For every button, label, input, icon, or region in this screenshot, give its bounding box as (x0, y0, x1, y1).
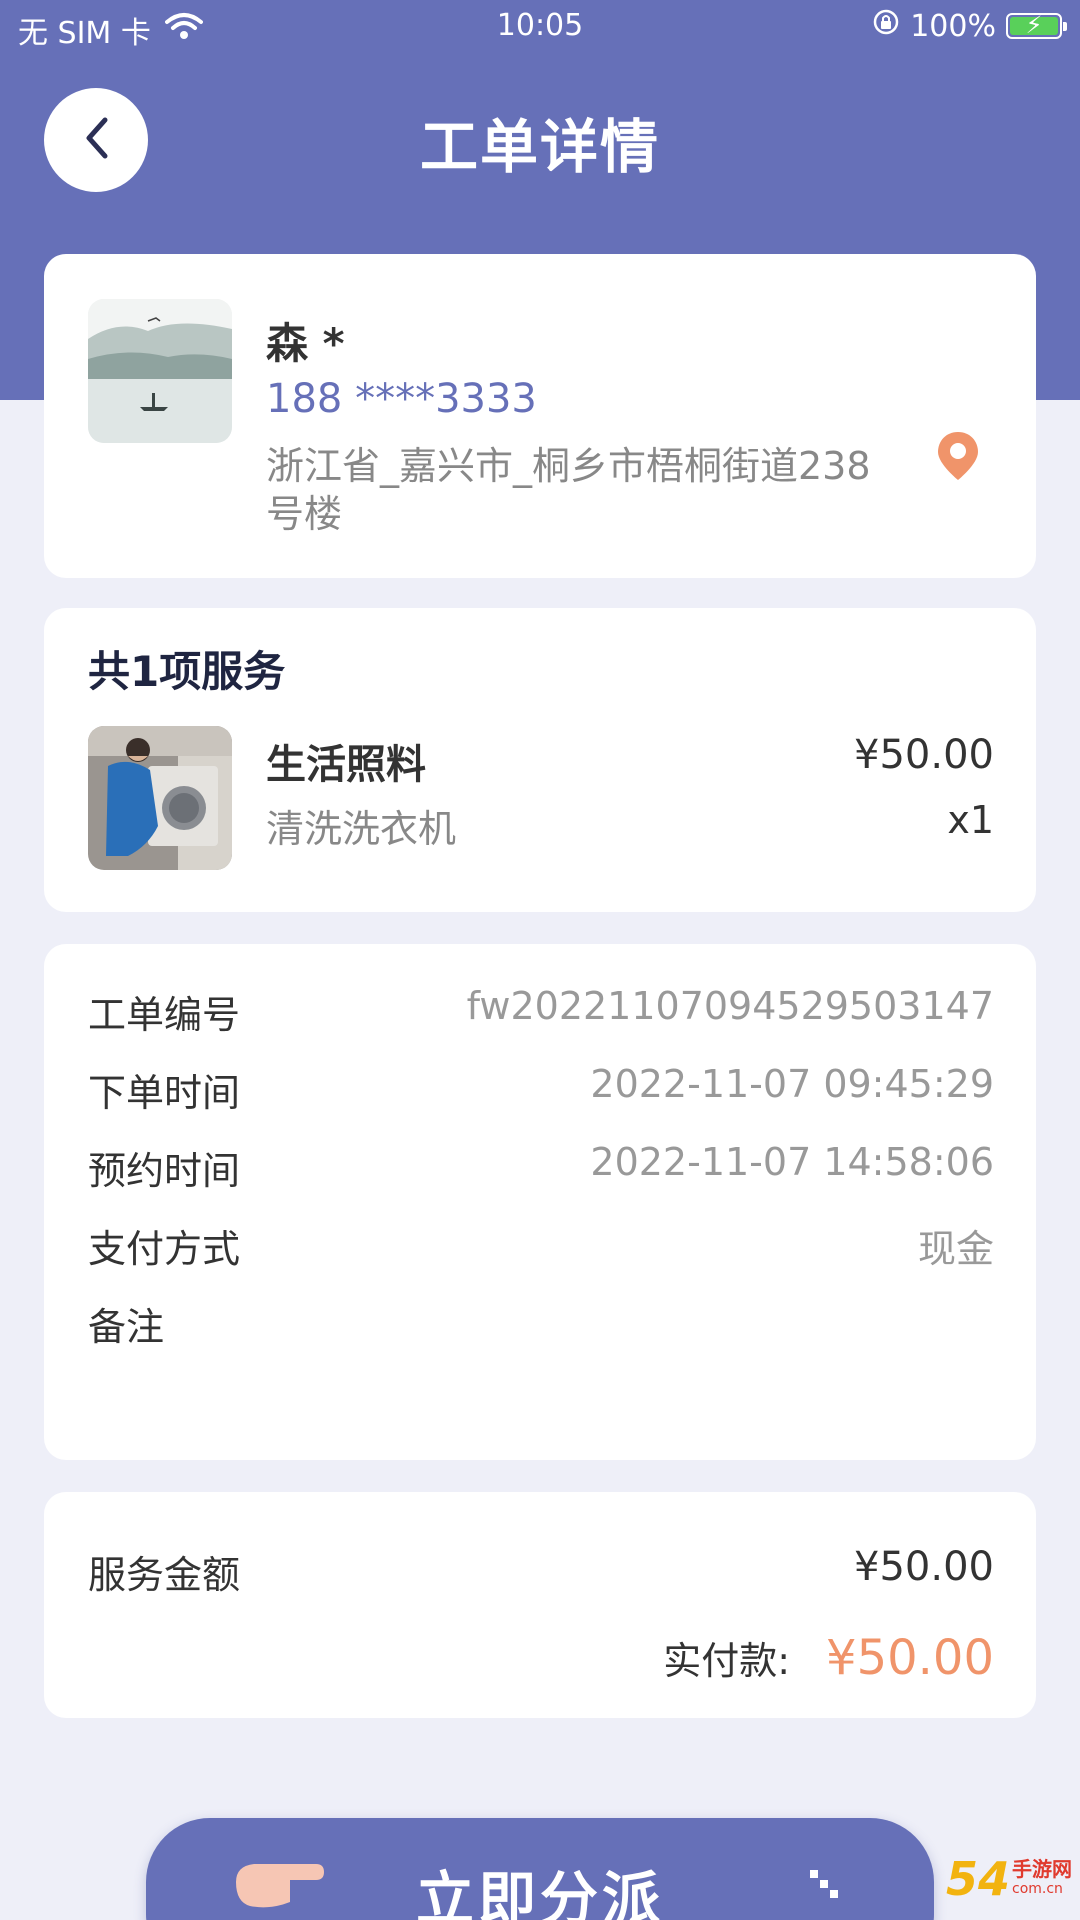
info-label: 预约时间 (88, 1149, 241, 1193)
customer-phone[interactable]: 188 ****3333 (266, 376, 537, 422)
info-label: 下单时间 (88, 1071, 241, 1115)
paid-value: ¥50.00 (826, 1630, 994, 1686)
service-item-price: ¥50.00 (854, 732, 994, 778)
battery-icon: ⚡ (1006, 11, 1067, 39)
service-amount-label: 服务金额 (88, 1553, 241, 1597)
remark-row: 备注 (88, 1296, 994, 1356)
amount-card: 服务金额 ¥50.00 实付款: ¥50.00 (44, 1492, 1036, 1718)
watermark-text: 手游网 (1012, 1857, 1072, 1881)
service-item-quantity: x1 (947, 798, 994, 842)
arrow-icon (806, 1866, 846, 1910)
watermark-domain: com.cn (1012, 1881, 1063, 1897)
paid-label: 实付款: (663, 1639, 791, 1683)
status-bar: 无 SIM 卡 10:05 100% ⚡ (0, 0, 1080, 56)
page-title: 工单详情 (419, 113, 660, 181)
location-pin-icon[interactable] (936, 430, 980, 486)
order-time-value: 2022-11-07 09:45:29 (590, 1062, 994, 1106)
order-number-row: 工单编号 fw20221107094529503147 (88, 984, 994, 1044)
site-watermark: 54 手游网 com.cn (946, 1852, 1072, 1906)
appointment-time-row: 预约时间 2022-11-07 14:58:06 (88, 1140, 994, 1200)
order-time-row: 下单时间 2022-11-07 09:45:29 (88, 1062, 994, 1122)
paid-row: 实付款: ¥50.00 (663, 1630, 994, 1686)
customer-avatar (88, 299, 232, 443)
customer-card: 森 * 188 ****3333 浙江省_嘉兴市_桐乡市梧桐街道238号楼 (44, 254, 1036, 578)
info-label: 工单编号 (88, 993, 241, 1037)
service-thumbnail (88, 726, 232, 870)
order-info-card: 工单编号 fw20221107094529503147 下单时间 2022-11… (44, 944, 1036, 1460)
order-number-value: fw20221107094529503147 (466, 984, 994, 1028)
assign-now-button[interactable]: 立即分派 (146, 1818, 934, 1920)
service-item-description: 清洗洗衣机 (266, 807, 457, 851)
battery-percent: 100% (910, 8, 996, 44)
customer-address: 浙江省_嘉兴市_桐乡市梧桐街道238号楼 (266, 444, 871, 536)
customer-name: 森 * (266, 319, 345, 368)
info-label: 备注 (88, 1305, 165, 1349)
rotation-lock-icon (872, 8, 900, 44)
service-item-name: 生活照料 (266, 742, 426, 788)
service-card: 共1项服务 生活照料 清洗洗衣机 ¥50.00 x1 (44, 608, 1036, 912)
payment-method-row: 支付方式 现金 (88, 1218, 994, 1278)
watermark-number: 54 (945, 1852, 1010, 1906)
service-amount-value: ¥50.00 (854, 1544, 994, 1590)
service-count-title: 共1项服务 (88, 647, 286, 696)
payment-method-value: 现金 (917, 1227, 994, 1271)
info-label: 支付方式 (88, 1227, 241, 1271)
work-order-detail-page: 无 SIM 卡 10:05 100% ⚡ 工单详情 森 * 188 ****33… (0, 0, 1080, 1920)
appointment-time-value: 2022-11-07 14:58:06 (590, 1140, 994, 1184)
